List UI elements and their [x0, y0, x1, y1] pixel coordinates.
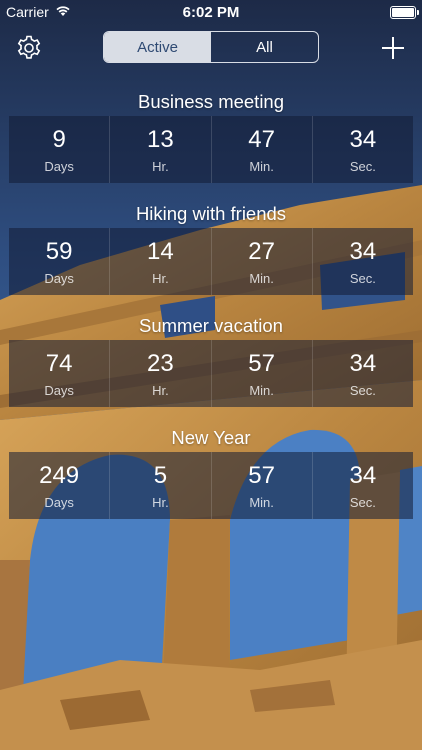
hours-label: Hr.: [152, 271, 169, 286]
status-right: [390, 5, 419, 19]
hours-value: 5: [153, 462, 168, 489]
days-value: 249: [39, 462, 80, 489]
hours-value: 23: [147, 350, 174, 377]
minutes-label: Min.: [249, 271, 274, 286]
event-item[interactable]: New Year 249 Days 5 Hr. 57 Min. 34 Sec.: [0, 408, 422, 520]
days-cell: 9 Days: [9, 116, 111, 183]
add-event-button[interactable]: [380, 35, 406, 61]
days-value: 74: [45, 350, 73, 377]
seconds-label: Sec.: [349, 383, 376, 398]
hours-value: 13: [147, 126, 174, 153]
hours-label: Hr.: [152, 495, 169, 510]
status-left: Carrier: [6, 4, 71, 20]
segment-active[interactable]: Active: [104, 32, 211, 62]
seconds-cell: 34 Sec.: [313, 452, 413, 519]
hours-cell: 14 Hr.: [110, 228, 212, 295]
hours-cell: 23 Hr.: [110, 340, 212, 407]
segment-all[interactable]: All: [211, 32, 318, 62]
days-value: 59: [45, 238, 73, 265]
days-label: Days: [44, 495, 74, 510]
hours-label: Hr.: [152, 383, 169, 398]
hours-cell: 5 Hr.: [110, 452, 212, 519]
seconds-label: Sec.: [349, 159, 376, 174]
minutes-cell: 57 Min.: [212, 452, 313, 519]
countdown: 59 Days 14 Hr. 27 Min. 34 Sec.: [9, 228, 413, 295]
carrier-label: Carrier: [6, 4, 49, 20]
status-bar: Carrier 6:02 PM: [0, 0, 422, 24]
days-label: Days: [44, 159, 74, 174]
filter-segmented-control: Active All: [103, 31, 319, 63]
nav-bar: Active All: [0, 24, 422, 72]
hours-label: Hr.: [152, 159, 169, 174]
countdown: 74 Days 23 Hr. 57 Min. 34 Sec.: [9, 340, 413, 407]
event-item[interactable]: Hiking with friends 59 Days 14 Hr. 27 Min. …: [0, 184, 422, 296]
seconds-value: 34: [349, 126, 377, 153]
days-cell: 74 Days: [9, 340, 111, 407]
minutes-cell: 47 Min.: [212, 116, 313, 183]
seconds-cell: 34 Sec.: [313, 228, 413, 295]
seconds-value: 34: [349, 350, 377, 377]
minutes-label: Min.: [249, 383, 274, 398]
minutes-value: 27: [248, 238, 275, 265]
days-label: Days: [44, 383, 74, 398]
event-item[interactable]: Business meeting 9 Days 13 Hr. 47 Min. 34 Se…: [0, 72, 422, 184]
wifi-icon: [55, 4, 71, 20]
event-list: Business meeting 9 Days 13 Hr. 47 Min. 34 Se…: [0, 72, 422, 520]
event-title-text: Business meeting: [137, 91, 285, 112]
days-label: Days: [44, 271, 74, 286]
countdown: 249 Days 5 Hr. 57 Min. 34 Sec.: [9, 452, 413, 519]
seconds-label: Sec.: [349, 495, 376, 510]
hours-value: 14: [147, 238, 174, 265]
seconds-label: Sec.: [349, 271, 376, 286]
minutes-cell: 27 Min.: [212, 228, 313, 295]
event-title: Hiking with friends: [0, 184, 422, 228]
event-title: Business meeting: [0, 72, 422, 116]
days-value: 9: [52, 126, 66, 153]
minutes-value: 47: [248, 126, 275, 153]
minutes-value: 57: [248, 350, 275, 377]
minutes-label: Min.: [249, 495, 274, 510]
seconds-cell: 34 Sec.: [313, 116, 413, 183]
event-title-text: New Year: [171, 427, 251, 448]
minutes-label: Min.: [249, 159, 274, 174]
seconds-value: 34: [349, 462, 377, 489]
event-title: Summer vacation: [0, 296, 422, 340]
minutes-cell: 57 Min.: [212, 340, 313, 407]
days-cell: 249 Days: [9, 452, 111, 519]
countdown: 9 Days 13 Hr. 47 Min. 34 Sec.: [9, 116, 413, 183]
hours-cell: 13 Hr.: [110, 116, 212, 183]
event-title-text: Hiking with friends: [135, 203, 287, 224]
battery-icon: [390, 5, 419, 19]
event-title-text: Summer vacation: [139, 315, 283, 336]
settings-button[interactable]: [14, 33, 44, 63]
event-title: New Year: [0, 408, 422, 452]
gear-icon: [17, 35, 41, 59]
days-cell: 59 Days: [9, 228, 111, 295]
event-item[interactable]: Summer vacation 74 Days 23 Hr. 57 Min. 34 Se…: [0, 296, 422, 408]
seconds-cell: 34 Sec.: [313, 340, 413, 407]
minutes-value: 57: [248, 462, 275, 489]
seconds-value: 34: [349, 238, 377, 265]
plus-icon: [382, 37, 404, 59]
